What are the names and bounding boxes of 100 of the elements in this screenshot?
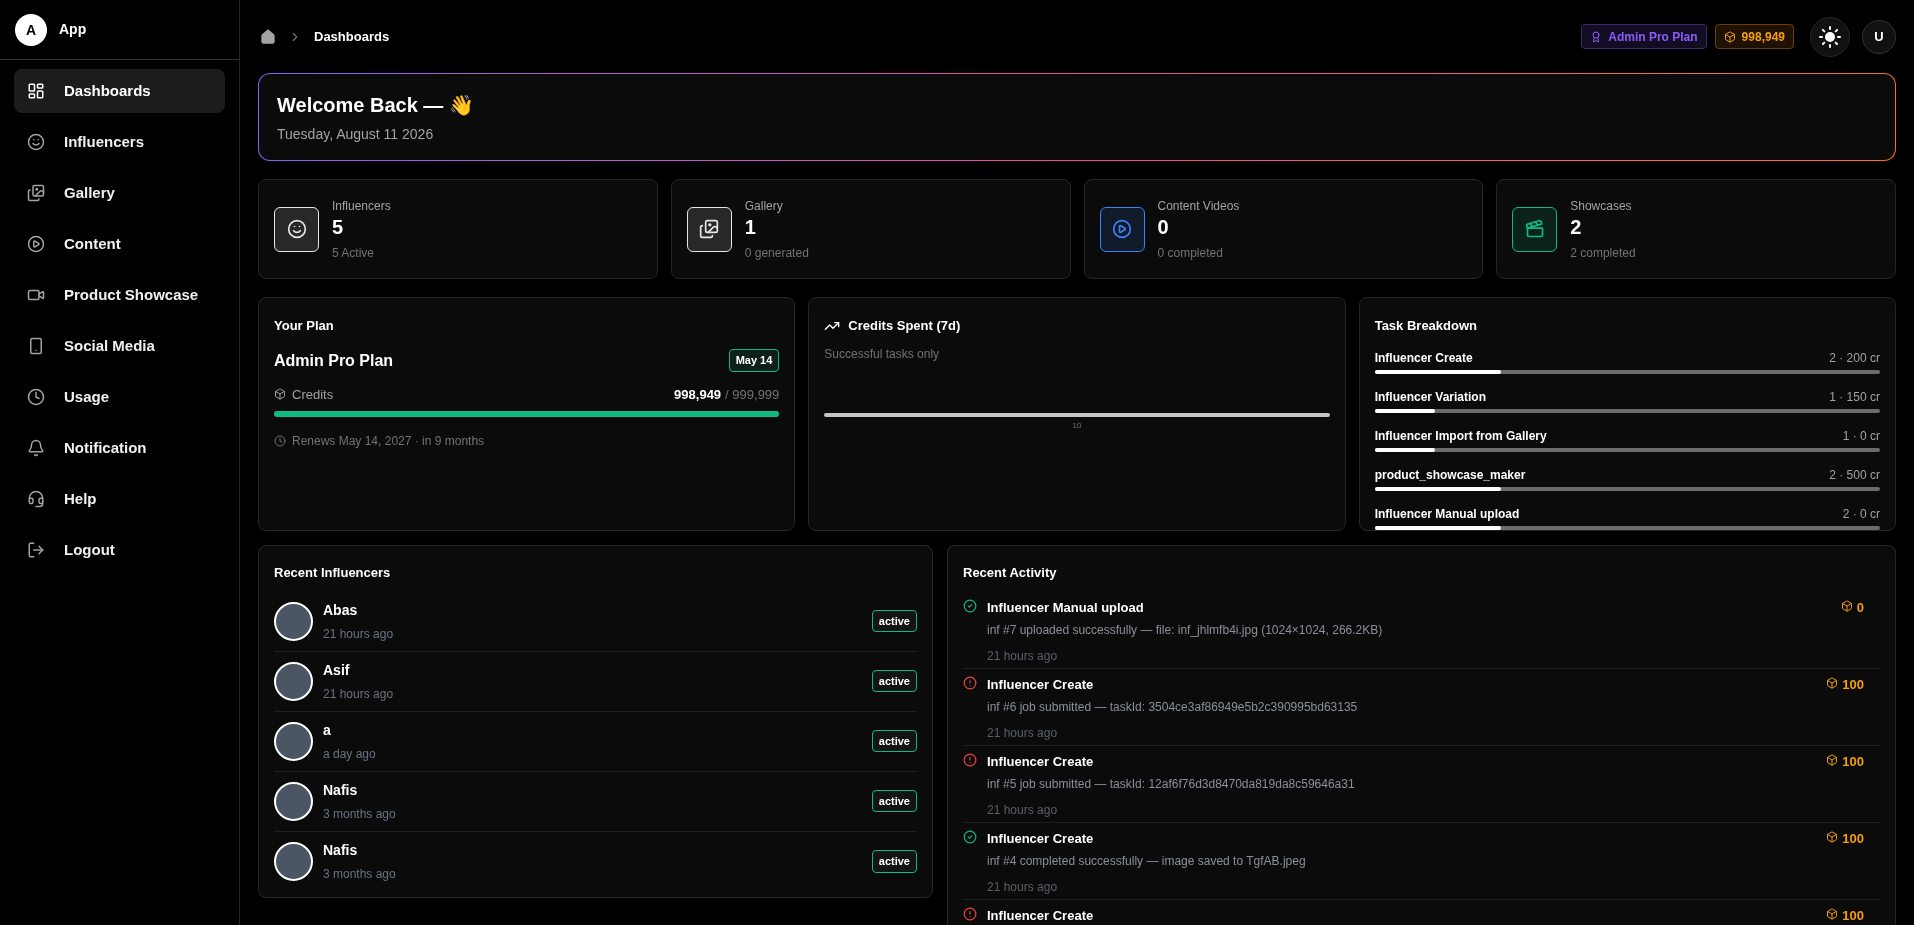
card-title: Recent Activity — [963, 564, 1058, 582]
alert-circle-icon — [963, 906, 977, 921]
breadcrumb-current: Dashboards — [314, 27, 390, 46]
headset-icon — [27, 490, 45, 508]
activity-credits: 100 — [1842, 752, 1864, 771]
app-name: App — [59, 20, 87, 39]
avatar-photo-placeholder — [274, 781, 313, 821]
activity-title: Influencer Create — [987, 675, 1095, 694]
avatar-photo-placeholder — [274, 601, 313, 641]
sidebar-item[interactable]: Logout — [14, 528, 225, 572]
task-value: 1 · 0 cr — [1842, 427, 1880, 445]
stat-value: 0 — [1157, 214, 1170, 240]
task-value: 1 · 150 cr — [1829, 388, 1880, 406]
task-name: product_showcase_maker — [1374, 466, 1526, 484]
avatar-photo-placeholder — [274, 661, 313, 701]
credits-used: 998,949 — [674, 385, 722, 404]
influencer-name: Nafis — [323, 780, 359, 800]
alert-circle-icon — [963, 752, 977, 767]
user-avatar-button[interactable]: U — [1862, 19, 1896, 54]
cube-icon — [1826, 676, 1839, 689]
gallery-icon — [27, 184, 45, 202]
activity-title: Influencer Create — [987, 829, 1095, 848]
cube-icon — [1826, 907, 1839, 920]
status-badge: active — [871, 789, 917, 813]
plan-badge: Admin Pro Plan — [1581, 24, 1707, 49]
avatar-photo-placeholder — [274, 842, 313, 881]
sidebar-item[interactable]: Influencers — [14, 120, 225, 164]
avatar-photo-placeholder — [274, 721, 313, 761]
dashboard-icon — [27, 82, 45, 100]
play-circle-icon — [1112, 219, 1132, 239]
renewal-text: Renews May 14, 2027 · in 9 months — [292, 433, 485, 450]
task-name: Influencer Variation — [1374, 388, 1487, 406]
activity-credits: 100 — [1842, 675, 1864, 694]
status-badge: active — [871, 850, 917, 873]
activity-time: 21 hours ago — [987, 802, 1059, 819]
activity-credits: 100 — [1842, 829, 1864, 848]
clock-icon — [27, 388, 45, 406]
stat-label: Gallery — [744, 197, 784, 215]
influencer-time: 21 hours ago — [323, 685, 394, 703]
stat-label: Showcases — [1570, 197, 1633, 215]
stat-subtext: 0 generated — [744, 244, 809, 262]
stat-value: 2 — [1570, 214, 1583, 240]
sidebar-item[interactable]: Help — [14, 477, 225, 521]
status-badge: active — [871, 669, 917, 693]
theme-toggle-button[interactable] — [1810, 16, 1850, 57]
influencer-name: Asif — [323, 660, 351, 680]
plan-name: Admin Pro Plan — [274, 350, 394, 371]
sidebar-item[interactable]: Notification — [14, 426, 225, 470]
task-name: Influencer Create — [1374, 349, 1473, 367]
activity-title: Influencer Manual upload — [987, 598, 1145, 617]
check-circle-icon — [963, 598, 977, 613]
stat-subtext: 0 completed — [1157, 244, 1224, 262]
stat-subtext: 5 Active — [332, 244, 376, 262]
activity-time: 21 hours ago — [987, 725, 1059, 742]
date-badge: May 14 — [728, 349, 780, 372]
activity-detail: inf #7 uploaded successfully — file: inf_jhlmfb4i.jpg (1024×1024, 266.2KB) — [987, 622, 1384, 639]
sidebar-item[interactable]: Content — [14, 222, 225, 266]
activity-credits: 0 — [1856, 598, 1864, 617]
activity-time: 21 hours ago — [987, 648, 1059, 665]
alert-circle-icon — [963, 675, 977, 690]
activity-detail: inf #5 job submitted — taskId: 12af6f76d3d8470da819da8c59646a31 — [987, 776, 1356, 793]
stat-label: Content Videos — [1157, 197, 1240, 215]
sidebar-item[interactable]: Dashboards — [14, 69, 225, 113]
cube-icon — [1826, 753, 1839, 766]
gallery-icon — [699, 219, 720, 239]
activity-detail: inf #6 job submitted — taskId: 3504ce3af86949e5b2c390995bd63135 — [987, 699, 1359, 716]
influencer-time: 3 months ago — [323, 805, 396, 823]
face-icon — [286, 219, 307, 239]
sidebar-item[interactable]: Social Media — [14, 324, 225, 368]
cube-icon — [1840, 599, 1853, 612]
card-title: Credits Spent (7d) — [848, 317, 961, 335]
sidebar-item[interactable]: Usage — [14, 375, 225, 419]
influencer-name: Abas — [323, 600, 359, 620]
stat-subtext: 2 completed — [1570, 244, 1636, 262]
sidebar-item[interactable]: Product Showcase — [14, 273, 225, 317]
chart-subtitle: Successful tasks only — [824, 345, 941, 363]
task-name: Influencer Manual upload — [1374, 505, 1520, 523]
home-icon[interactable] — [260, 28, 276, 45]
task-value: 2 · 200 cr — [1829, 349, 1880, 367]
clapperboard-icon — [1524, 219, 1545, 239]
activity-detail: inf #4 completed successfully — image saved to TgfAB.jpeg — [987, 853, 1307, 870]
status-badge: active — [871, 609, 917, 633]
influencer-time: a day ago — [323, 745, 376, 763]
play-circle-icon — [27, 235, 45, 253]
welcome-title: Welcome Back — 👋 — [277, 92, 475, 118]
cube-icon — [1826, 830, 1839, 843]
card-title: Task Breakdown — [1374, 317, 1478, 335]
influencer-name: Nafis — [323, 841, 359, 860]
credits-badge: 998,949 — [1714, 24, 1794, 49]
sidebar-item[interactable]: Gallery — [14, 171, 225, 215]
credits-total: / 999,999 — [725, 385, 780, 404]
task-name: Influencer Import from Gallery — [1374, 427, 1547, 445]
face-icon — [27, 133, 45, 151]
task-value: 2 · 500 cr — [1829, 466, 1880, 484]
credits-label: Credits — [292, 385, 334, 404]
task-value: 2 · 0 cr — [1842, 505, 1880, 523]
status-badge: active — [871, 729, 917, 753]
activity-credits: 100 — [1842, 906, 1864, 925]
app-logo: A — [15, 13, 47, 46]
logout-icon — [27, 541, 45, 559]
